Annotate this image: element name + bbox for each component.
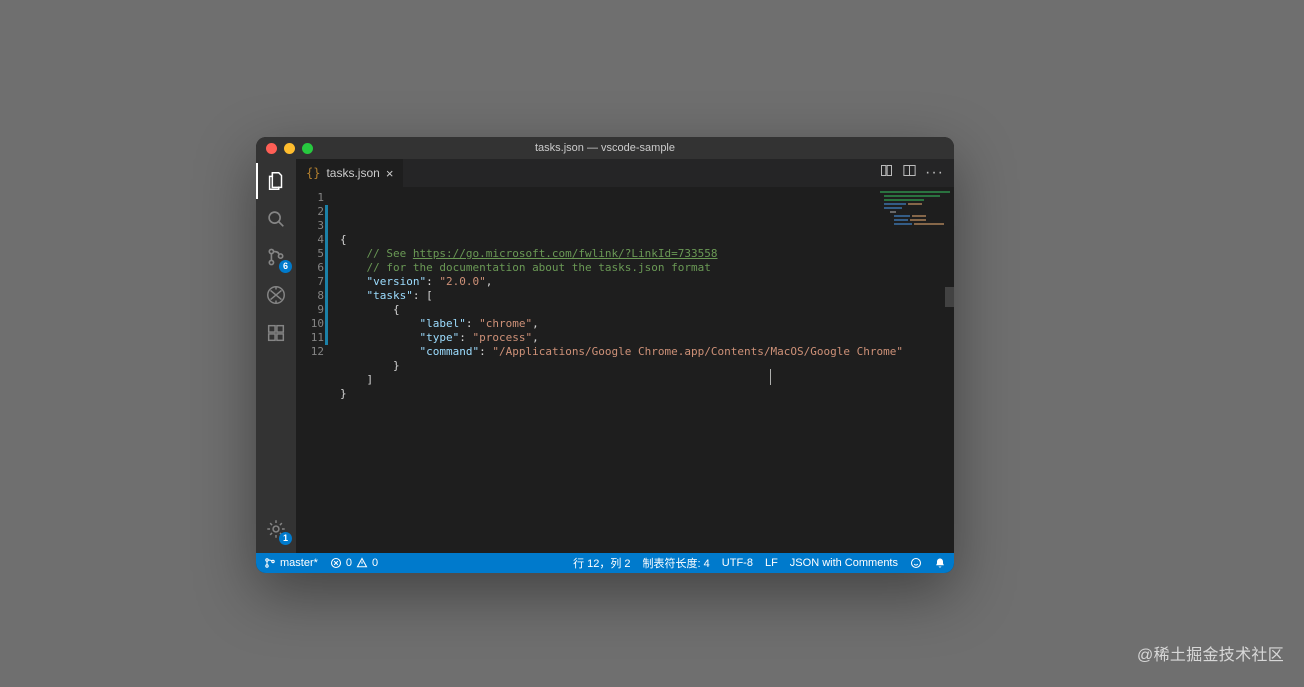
line-number: 8 xyxy=(296,289,324,303)
line-number: 4 xyxy=(296,233,324,247)
feedback-button[interactable] xyxy=(910,557,922,569)
window-controls xyxy=(266,143,313,154)
line-number: 5 xyxy=(296,247,324,261)
line-number: 2 xyxy=(296,205,324,219)
scm-activity[interactable]: 6 xyxy=(262,243,290,271)
error-count: 0 xyxy=(346,557,352,569)
maximize-window-button[interactable] xyxy=(302,143,313,154)
editor-tabs: {} tasks.json × ··· xyxy=(296,159,954,187)
code-line: // for the documentation about the tasks… xyxy=(340,261,954,275)
line-number-gutter: 123456789101112 xyxy=(296,187,332,553)
code-content[interactable]: { // See https://go.microsoft.com/fwlink… xyxy=(332,187,954,553)
warning-count: 0 xyxy=(372,557,378,569)
problems-status[interactable]: 0 0 xyxy=(330,557,378,569)
error-icon xyxy=(330,557,342,569)
code-line: ] xyxy=(340,373,954,387)
line-number: 7 xyxy=(296,275,324,289)
code-line: { xyxy=(340,303,954,317)
split-editor-button[interactable] xyxy=(902,163,917,183)
smiley-icon xyxy=(910,557,922,569)
watermark: @稀土掘金技术社区 xyxy=(1137,641,1284,665)
line-number: 6 xyxy=(296,261,324,275)
code-line: "type": "process", xyxy=(340,331,954,345)
scm-badge: 6 xyxy=(279,260,292,273)
extensions-icon xyxy=(265,322,287,344)
tab-close-button[interactable]: × xyxy=(386,167,394,180)
branch-name: master* xyxy=(280,557,318,569)
language-mode[interactable]: JSON with Comments xyxy=(790,557,898,569)
compare-changes-button[interactable] xyxy=(879,163,894,183)
extensions-activity[interactable] xyxy=(262,319,290,347)
line-number: 10 xyxy=(296,317,324,331)
window-title: tasks.json — vscode-sample xyxy=(256,142,954,154)
overview-ruler[interactable] xyxy=(945,187,954,553)
code-line: "label": "chrome", xyxy=(340,317,954,331)
line-number: 1 xyxy=(296,191,324,205)
explorer-activity[interactable] xyxy=(262,167,290,195)
minimize-window-button[interactable] xyxy=(284,143,295,154)
files-icon xyxy=(265,170,287,192)
debug-activity[interactable] xyxy=(262,281,290,309)
code-line: } xyxy=(340,359,954,373)
text-editor[interactable]: 123456789101112 { // See https://go.micr… xyxy=(296,187,954,553)
notifications-button[interactable] xyxy=(934,557,946,569)
settings-badge: 1 xyxy=(279,532,292,545)
editor-area: {} tasks.json × ··· 123456789101112 xyxy=(296,159,954,553)
git-branch-icon xyxy=(264,557,276,569)
search-activity[interactable] xyxy=(262,205,290,233)
warning-icon xyxy=(356,557,368,569)
code-line: "version": "2.0.0", xyxy=(340,275,954,289)
close-window-button[interactable] xyxy=(266,143,277,154)
diff-icon xyxy=(879,163,894,178)
tab-filename: tasks.json xyxy=(326,166,379,180)
line-number: 3 xyxy=(296,219,324,233)
cursor-position[interactable]: 行 12，列 2 xyxy=(573,555,630,571)
debug-icon xyxy=(265,284,287,306)
title-bar[interactable]: tasks.json — vscode-sample xyxy=(256,137,954,159)
text-cursor xyxy=(770,369,771,385)
code-line: { xyxy=(340,233,954,247)
code-line: "command": "/Applications/Google Chrome.… xyxy=(340,345,954,359)
indentation-status[interactable]: 制表符长度: 4 xyxy=(643,555,710,571)
encoding-status[interactable]: UTF-8 xyxy=(722,557,753,569)
line-number: 11 xyxy=(296,331,324,345)
app-window: tasks.json — vscode-sample 6 1 xyxy=(256,137,954,573)
settings-activity[interactable]: 1 xyxy=(262,515,290,543)
scroll-thumb[interactable] xyxy=(945,287,954,307)
activity-bar: 6 1 xyxy=(256,159,296,553)
editor-more-button[interactable]: ··· xyxy=(925,164,944,182)
json-file-icon: {} xyxy=(306,166,320,180)
bell-icon xyxy=(934,557,946,569)
line-number: 12 xyxy=(296,345,324,359)
code-line: } xyxy=(340,387,954,401)
branch-status[interactable]: master* xyxy=(264,557,318,569)
tab-file[interactable]: {} tasks.json × xyxy=(296,159,404,187)
line-number: 9 xyxy=(296,303,324,317)
eol-status[interactable]: LF xyxy=(765,557,778,569)
status-bar: master* 0 0 行 12，列 2 制表符长度: 4 UTF-8 LF J… xyxy=(256,553,954,573)
code-line: "tasks": [ xyxy=(340,289,954,303)
split-icon xyxy=(902,163,917,178)
editor-toolbar: ··· xyxy=(869,159,954,187)
code-line: // See https://go.microsoft.com/fwlink/?… xyxy=(340,247,954,261)
search-icon xyxy=(265,208,287,230)
workbench-body: 6 1 {} tasks.json × xyxy=(256,159,954,553)
